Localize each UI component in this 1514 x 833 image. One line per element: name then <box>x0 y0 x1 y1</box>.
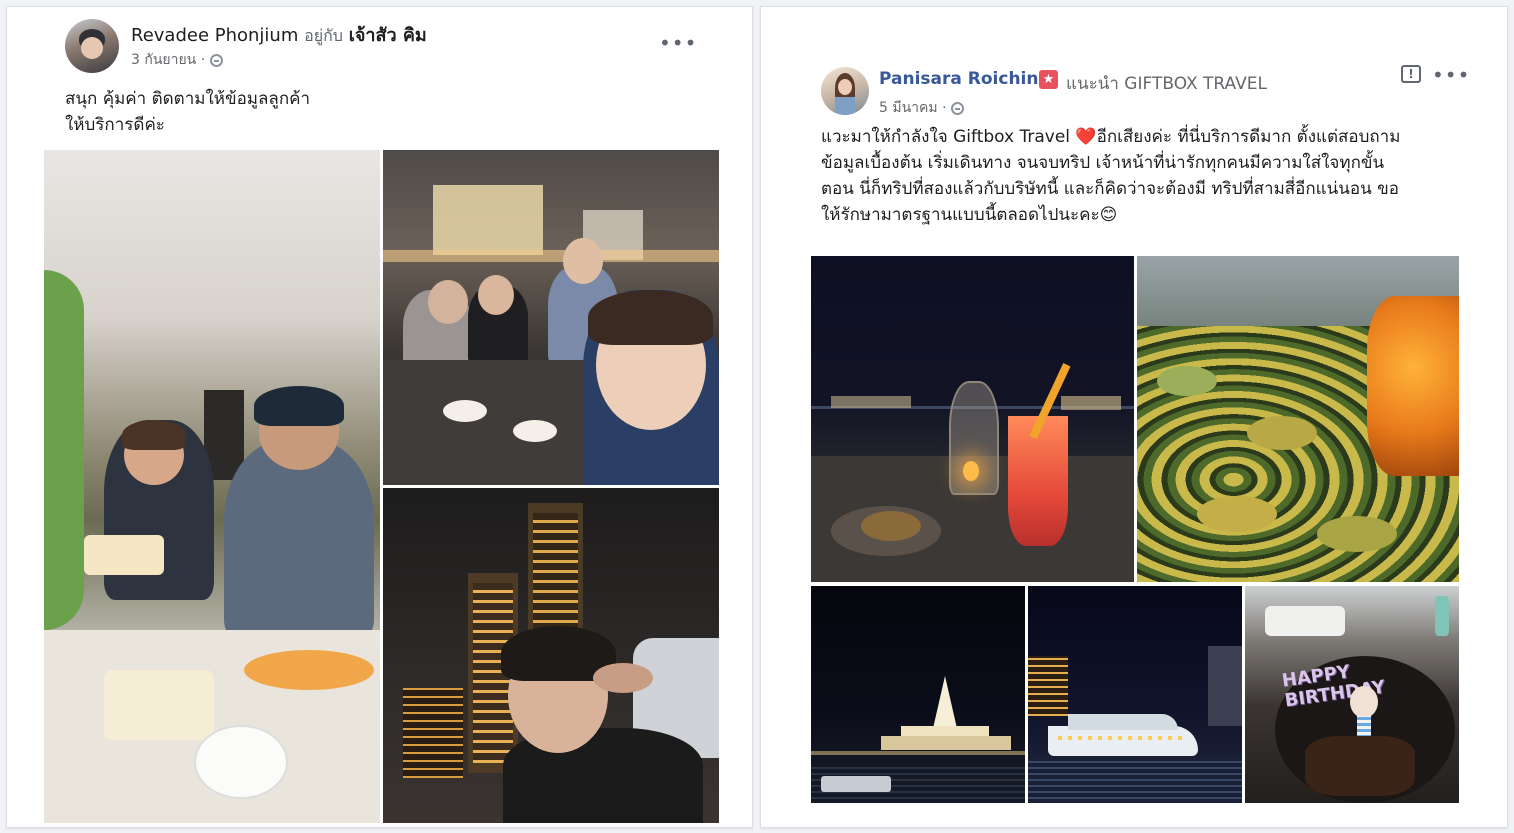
post-text-line: ให้บริการดีค่ะ <box>65 115 165 135</box>
author-link[interactable]: Revadee Phonjium <box>131 25 298 46</box>
author-name[interactable]: Revadee Phonjium อยู่กับ เจ้าสัว คิม <box>131 20 427 49</box>
more-options-button[interactable]: ••• <box>1432 63 1470 87</box>
with-prefix: อยู่กับ <box>304 26 343 45</box>
post-meta: 5 มีนาคม · <box>879 97 964 119</box>
mussels-buffet-photo[interactable] <box>1137 256 1459 582</box>
post-text-line: ข้อมูลเบื้องต้น เริ่มเดินทาง จนจบทริป เจ… <box>821 153 1385 173</box>
more-options-button[interactable]: ••• <box>659 31 697 55</box>
happy-birthday-cake-photo[interactable]: HAPPY BIRTHDAY <box>1245 586 1459 803</box>
meta-separator: · <box>942 100 947 116</box>
post-date[interactable]: 5 มีนาคม <box>879 100 938 116</box>
post-date[interactable]: 3 กันยายน <box>131 52 196 68</box>
avatar[interactable] <box>821 67 869 115</box>
post-text-line: ให้รักษามาตรฐานแบบนี้ตลอดไปนะคะ😊 <box>821 205 1118 225</box>
post-meta: 3 กันยายน · <box>131 49 223 71</box>
post-card-right: Panisara Roichin ★ แนะนำ GIFTBOX TRAVEL … <box>760 6 1508 828</box>
temple-night-river-photo[interactable] <box>811 586 1025 803</box>
cocktail-candle-night-photo[interactable] <box>811 256 1134 582</box>
post-text: แวะมาให้กำลังใจ Giftbox Travel ❤️อีกเสีย… <box>821 124 1400 228</box>
group-dinner-rooftop-photo[interactable] <box>383 150 719 485</box>
avatar[interactable] <box>65 19 119 73</box>
river-cruise-boat-photo[interactable] <box>1028 586 1242 803</box>
author-link[interactable]: Panisara Roichin <box>879 69 1038 89</box>
birthday-cake-restaurant-photo[interactable] <box>44 150 380 823</box>
post-text-line: สนุก คุ้มค่า ติดตามให้ข้อมูลลูกค้า <box>65 89 311 109</box>
meta-separator: · <box>200 52 206 68</box>
night-skyline-selfie-photo[interactable] <box>383 488 719 823</box>
recommend-star-icon: ★ <box>1039 70 1058 89</box>
globe-icon <box>209 53 223 67</box>
post-text-line: แวะมาให้กำลังใจ Giftbox Travel ❤️อีกเสีย… <box>821 127 1401 147</box>
tagged-friend[interactable]: เจ้าสัว คิม <box>349 25 427 46</box>
post-text-line: ตอน นี่ก็ทริปที่สองแล้วกับบริษัทนี้ และก… <box>821 179 1399 199</box>
report-icon-glyph: ! <box>1408 67 1414 81</box>
post-card-left: Revadee Phonjium อยู่กับ เจ้าสัว คิม 3 ก… <box>6 6 753 828</box>
post-text: สนุก คุ้มค่า ติดตามให้ข้อมูลลูกค้า ให้บร… <box>65 86 310 138</box>
recommend-text[interactable]: แนะนำ GIFTBOX TRAVEL <box>1066 70 1267 97</box>
globe-icon <box>950 101 964 115</box>
report-icon[interactable]: ! <box>1401 65 1421 83</box>
